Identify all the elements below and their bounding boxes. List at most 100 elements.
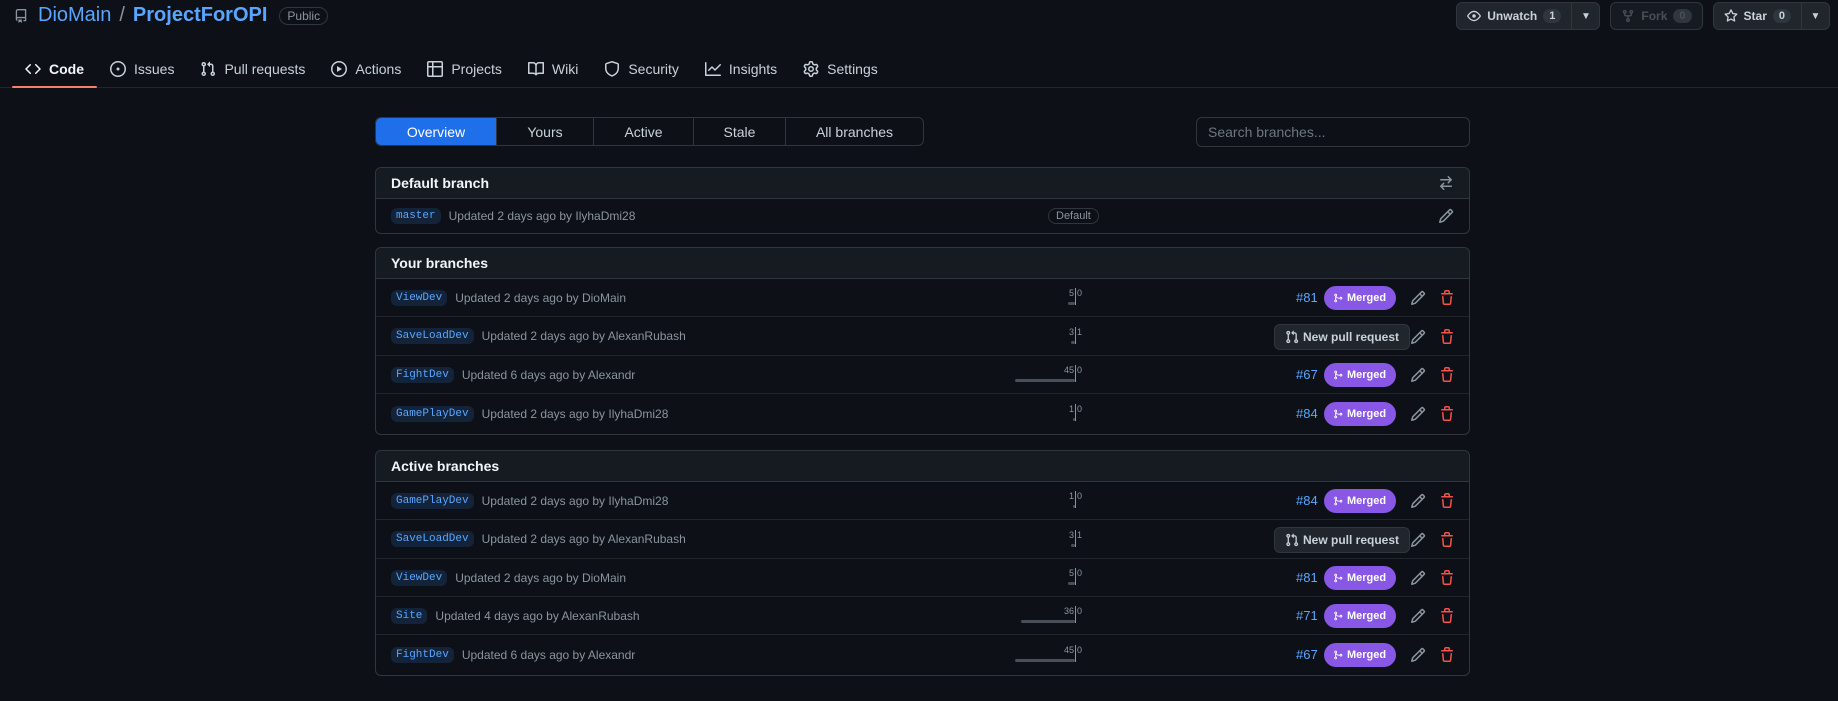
ahead-count: 0 bbox=[1077, 491, 1083, 501]
star-count: 0 bbox=[1772, 9, 1791, 23]
branch-name[interactable]: GamePlayDev bbox=[391, 405, 474, 422]
branch-name[interactable]: GamePlayDev bbox=[391, 492, 474, 509]
new-pull-request-button[interactable]: New pull request bbox=[1274, 527, 1411, 553]
default-branch-box: Default branch master Updated 2 days ago… bbox=[375, 167, 1470, 234]
arrow-switch-icon[interactable] bbox=[1438, 175, 1454, 191]
pencil-icon[interactable] bbox=[1410, 532, 1426, 548]
merged-badge[interactable]: Merged bbox=[1324, 643, 1397, 667]
git-pull-request-icon bbox=[1286, 533, 1299, 547]
star-label: Star bbox=[1743, 9, 1767, 23]
ahead-count: 0 bbox=[1077, 404, 1083, 414]
tab-pull-requests[interactable]: Pull requests bbox=[187, 50, 318, 88]
pencil-icon[interactable] bbox=[1410, 290, 1426, 306]
branch-row: ViewDev Updated 2 days ago by DioMain 5 0 #8… bbox=[376, 279, 1469, 317]
filter-overview[interactable]: Overview bbox=[376, 118, 497, 145]
pencil-icon[interactable] bbox=[1410, 406, 1426, 422]
filter-yours[interactable]: Yours bbox=[497, 118, 594, 145]
tab-issues[interactable]: Issues bbox=[97, 50, 187, 88]
repo-header: DioMain / ProjectForOPI Public Unwatch 1… bbox=[0, 0, 1838, 88]
pull-request-link[interactable]: #67 bbox=[1296, 647, 1318, 662]
watch-dropdown-button[interactable]: ▼ bbox=[1571, 3, 1599, 29]
pull-request-link[interactable]: #71 bbox=[1296, 608, 1318, 623]
merged-badge[interactable]: Merged bbox=[1324, 566, 1397, 590]
repo-owner-link[interactable]: DioMain bbox=[38, 4, 111, 27]
filter-stale[interactable]: Stale bbox=[694, 118, 786, 145]
ahead-behind-indicator: 45 0 bbox=[1060, 645, 1090, 665]
star-dropdown-button[interactable]: ▼ bbox=[1801, 3, 1829, 29]
branch-name[interactable]: FightDev bbox=[391, 646, 454, 663]
new-pull-request-label: New pull request bbox=[1303, 330, 1400, 344]
trash-icon[interactable] bbox=[1439, 290, 1455, 306]
trash-icon[interactable] bbox=[1439, 532, 1455, 548]
git-merge-icon bbox=[1334, 650, 1343, 660]
pencil-icon[interactable] bbox=[1438, 208, 1454, 224]
branch-name[interactable]: ViewDev bbox=[391, 569, 448, 586]
merged-badge[interactable]: Merged bbox=[1324, 286, 1397, 310]
merged-label: Merged bbox=[1347, 292, 1387, 304]
trash-icon[interactable] bbox=[1439, 329, 1455, 345]
star-button-group: Star 0 ▼ bbox=[1712, 2, 1830, 30]
pencil-icon[interactable] bbox=[1410, 570, 1426, 586]
branch-name[interactable]: FightDev bbox=[391, 366, 454, 383]
filter-all-branches[interactable]: All branches bbox=[786, 118, 923, 145]
trash-icon[interactable] bbox=[1439, 406, 1455, 422]
fork-count: 0 bbox=[1673, 9, 1692, 23]
merged-badge[interactable]: Merged bbox=[1324, 489, 1397, 513]
trash-icon[interactable] bbox=[1439, 493, 1455, 509]
pull-request-link[interactable]: #67 bbox=[1296, 367, 1318, 382]
pull-request-link[interactable]: #84 bbox=[1296, 406, 1318, 421]
branch-name[interactable]: Site bbox=[391, 607, 428, 624]
git-pull-request-icon bbox=[201, 61, 216, 77]
tab-settings[interactable]: Settings bbox=[790, 50, 891, 88]
trash-icon[interactable] bbox=[1439, 647, 1455, 663]
pull-request-link[interactable]: #81 bbox=[1296, 290, 1318, 305]
merged-label: Merged bbox=[1347, 495, 1387, 507]
trash-icon[interactable] bbox=[1439, 367, 1455, 383]
pencil-icon[interactable] bbox=[1410, 493, 1426, 509]
search-branches-input[interactable] bbox=[1196, 117, 1470, 147]
trash-icon[interactable] bbox=[1439, 570, 1455, 586]
new-pull-request-button[interactable]: New pull request bbox=[1274, 324, 1411, 350]
merged-badge[interactable]: Merged bbox=[1324, 604, 1397, 628]
pencil-icon[interactable] bbox=[1410, 367, 1426, 383]
ahead-behind-divider bbox=[1075, 365, 1076, 382]
pencil-icon[interactable] bbox=[1410, 329, 1426, 345]
star-button[interactable]: Star 0 bbox=[1714, 3, 1801, 29]
tab-security[interactable]: Security bbox=[591, 50, 692, 88]
tab-code[interactable]: Code bbox=[12, 50, 97, 88]
ahead-behind-divider bbox=[1075, 288, 1076, 305]
behind-bar bbox=[1073, 505, 1075, 508]
branch-name[interactable]: master bbox=[391, 208, 441, 224]
section-title: Active branches bbox=[391, 458, 500, 474]
fork-button[interactable]: Fork 0 bbox=[1611, 3, 1701, 29]
repo-name-link[interactable]: ProjectForOPI bbox=[133, 4, 267, 27]
behind-bar bbox=[1021, 620, 1075, 623]
tab-actions[interactable]: Actions bbox=[318, 50, 414, 88]
branch-row: ViewDev Updated 2 days ago by DioMain 5 0 #8… bbox=[376, 559, 1469, 597]
merged-label: Merged bbox=[1347, 649, 1387, 661]
pencil-icon[interactable] bbox=[1410, 608, 1426, 624]
merged-badge[interactable]: Merged bbox=[1324, 402, 1397, 426]
branch-updated: Updated 2 days ago by DioMain bbox=[455, 290, 626, 305]
branch-row: GamePlayDev Updated 2 days ago by IlyhaDm… bbox=[376, 482, 1469, 520]
tab-insights[interactable]: Insights bbox=[692, 50, 790, 88]
table-icon bbox=[427, 61, 444, 77]
pull-request-link[interactable]: #81 bbox=[1296, 570, 1318, 585]
pencil-icon[interactable] bbox=[1410, 647, 1426, 663]
merged-badge[interactable]: Merged bbox=[1324, 363, 1397, 387]
branch-updated: Updated 6 days ago by Alexandr bbox=[461, 647, 636, 662]
trash-icon[interactable] bbox=[1439, 608, 1455, 624]
tab-issues-label: Issues bbox=[134, 61, 175, 77]
branch-row: master Updated 2 days ago by IlyhaDmi28 … bbox=[376, 199, 1469, 233]
branch-row: GamePlayDev Updated 2 days ago by IlyhaDm… bbox=[376, 394, 1469, 433]
tab-wiki[interactable]: Wiki bbox=[515, 50, 591, 88]
tab-projects[interactable]: Projects bbox=[414, 50, 515, 88]
branch-name[interactable]: ViewDev bbox=[391, 289, 448, 306]
merged-label: Merged bbox=[1347, 610, 1387, 622]
pull-request-link[interactable]: #84 bbox=[1296, 493, 1318, 508]
branch-name[interactable]: SaveLoadDev bbox=[391, 531, 474, 547]
filter-active[interactable]: Active bbox=[594, 118, 694, 145]
unwatch-button[interactable]: Unwatch 1 bbox=[1457, 3, 1571, 29]
star-icon bbox=[1724, 9, 1738, 22]
branch-name[interactable]: SaveLoadDev bbox=[391, 328, 474, 344]
